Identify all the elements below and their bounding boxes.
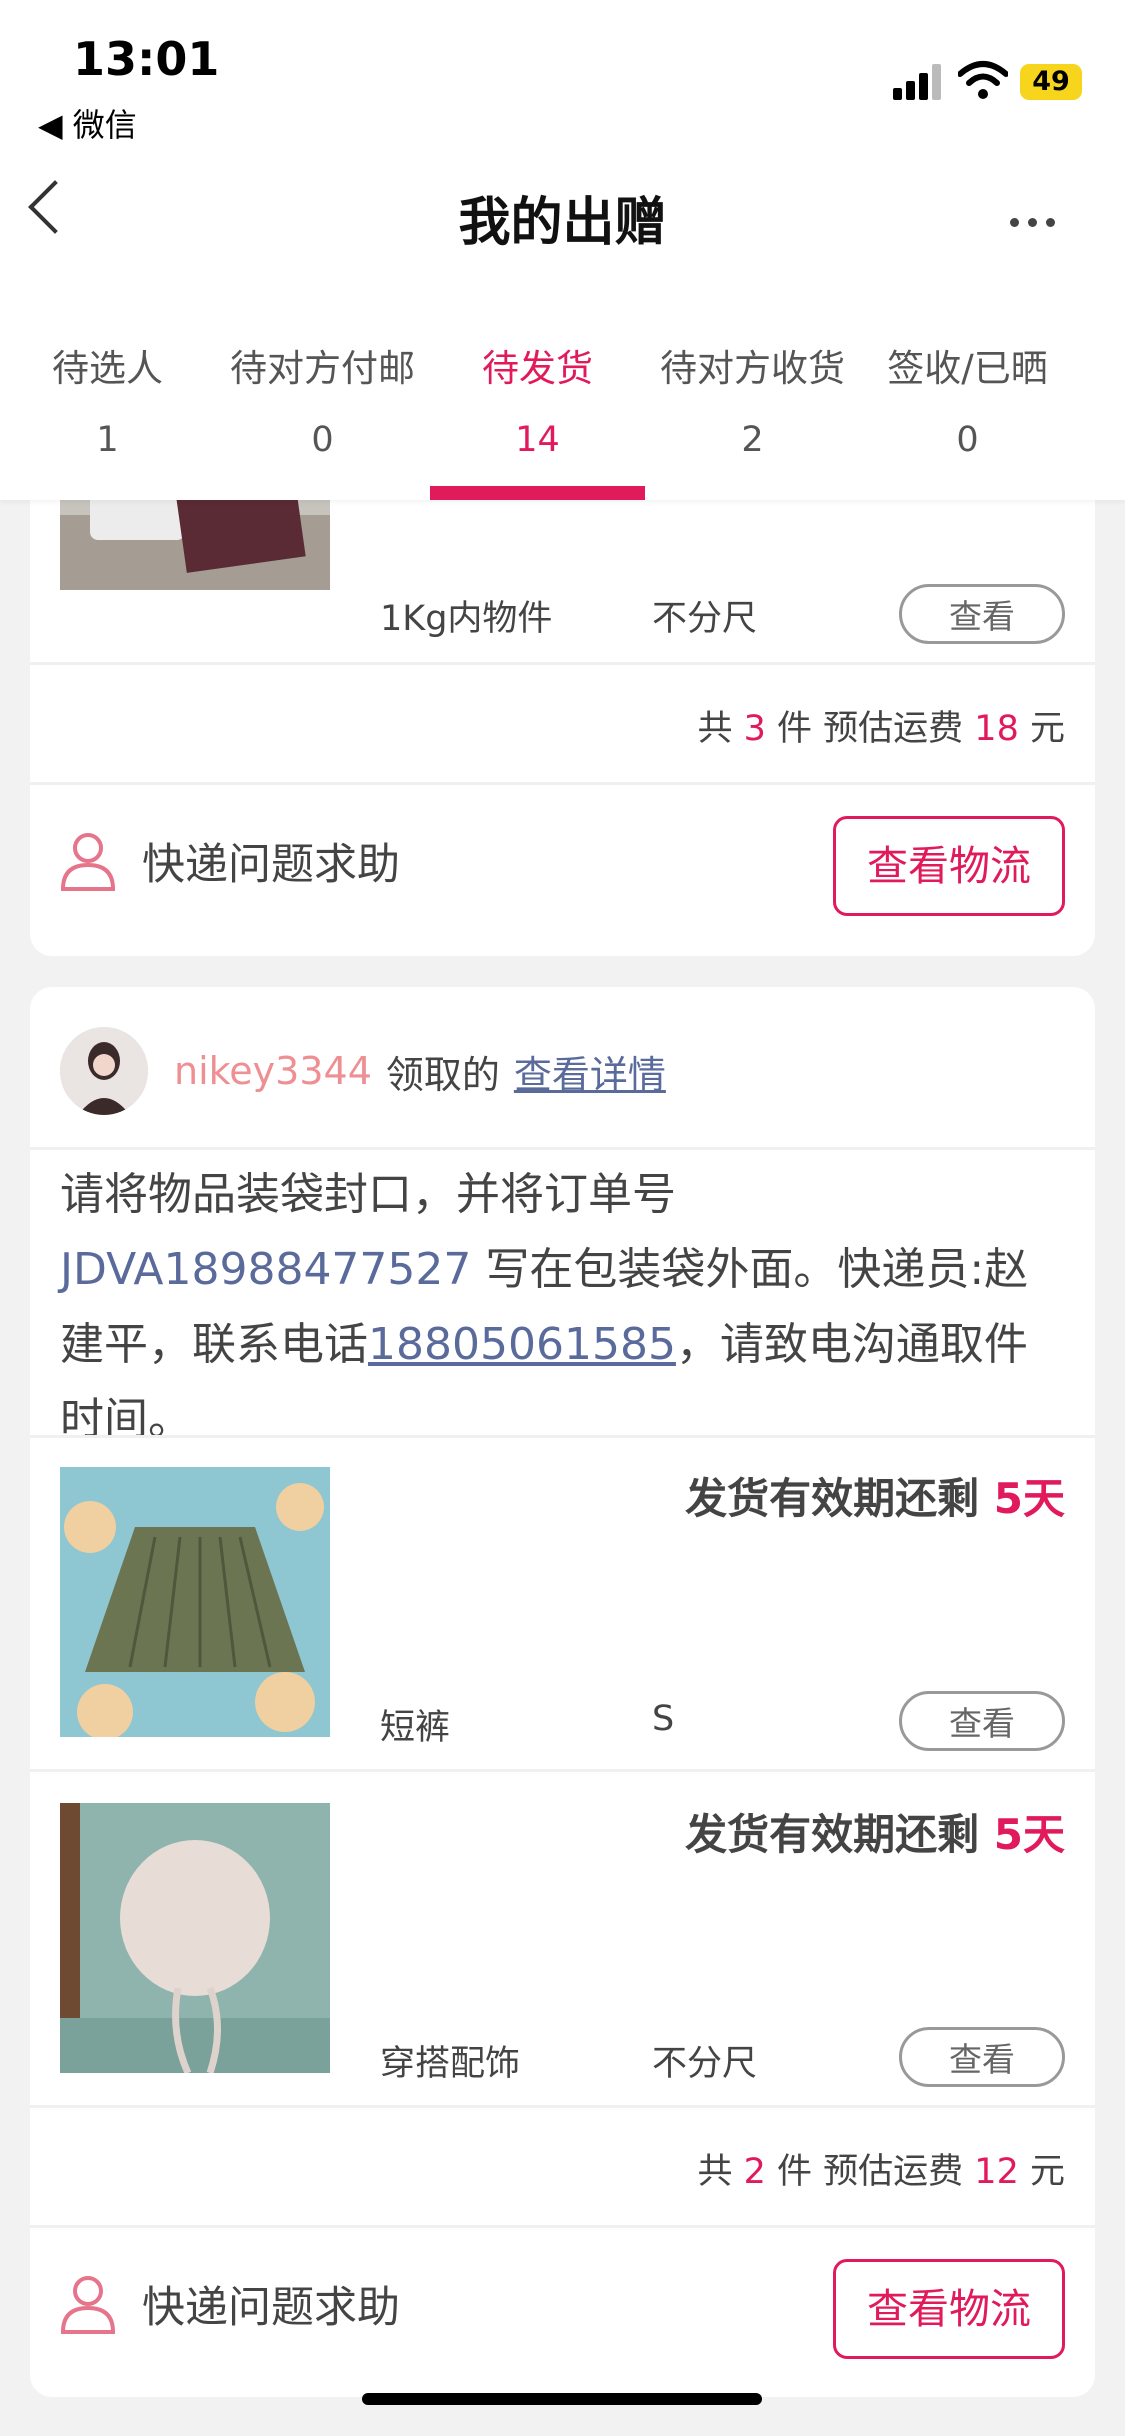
summary-suffix: 元 [1029, 2152, 1065, 2192]
summary-prefix: 共 [697, 2152, 733, 2192]
deadline-days: 5天 [993, 1810, 1065, 1859]
shipping-help-link[interactable]: 快递问题求助 [60, 2273, 400, 2335]
battery-indicator: 49 [1020, 64, 1082, 100]
shipping-deadline: 发货有效期还剩 5天 [685, 1465, 1065, 1526]
home-indicator[interactable] [362, 2393, 762, 2405]
summary-mid: 件 预估运费 [777, 709, 964, 749]
deadline-days: 5天 [993, 1474, 1065, 1523]
shipping-instructions: 请将物品装袋封口，并将订单号 JDVA18988477527 写在包装袋外面。快… [60, 1157, 1065, 1457]
tab-active-indicator [430, 486, 645, 500]
tab-label: 待发货 [482, 347, 593, 390]
tab-bar: 待选人 1 待对方付邮 0 待发货 14 待对方收货 2 签收/已晒 0 [0, 300, 1125, 500]
tab-count: 0 [311, 420, 334, 460]
summary-prefix: 共 [697, 709, 733, 749]
person-icon [60, 2276, 116, 2334]
recipient-row: nikey3344 领取的 查看详情 [60, 1027, 666, 1115]
courier-phone-link[interactable]: 18805061585 [368, 1319, 676, 1370]
back-to-app-link[interactable]: ◀ 微信 [38, 100, 137, 146]
item-size: 不分尺 [652, 2044, 758, 2084]
status-time: 13:01 [73, 32, 220, 86]
order-card: nikey3344 领取的 查看详情 请将物品装袋封口，并将订单号 JDVA18… [30, 987, 1095, 2397]
shipping-deadline: 发货有效期还剩 5天 [685, 1801, 1065, 1862]
person-icon [60, 833, 116, 891]
tab-pending-postage[interactable]: 待对方付邮 0 [215, 300, 430, 500]
summary-suffix: 元 [1029, 709, 1065, 749]
summary-mid: 件 预估运费 [777, 2152, 964, 2192]
tab-count: 2 [741, 420, 764, 460]
summary-fee: 12 [974, 2152, 1019, 2192]
view-logistics-button[interactable]: 查看物流 [833, 816, 1065, 916]
view-item-button[interactable]: 查看 [899, 1691, 1065, 1751]
item-category: 短裤 [380, 1708, 451, 1748]
tab-label: 待选人 [52, 347, 163, 390]
tab-label: 签收/已晒 [887, 347, 1048, 390]
divider [30, 782, 1095, 785]
page-title: 我的出赠 [458, 193, 667, 253]
status-bar: 13:01 ◀ 微信 49 [0, 0, 1125, 150]
item-thumbnail[interactable] [60, 1803, 330, 2073]
tab-count: 14 [515, 420, 560, 460]
item-category: 1Kg内物件 [380, 599, 553, 639]
tab-pending-select[interactable]: 待选人 1 [0, 300, 215, 500]
order-code: JDVA18988477527 [60, 1244, 472, 1295]
item-size: S [652, 1699, 675, 1739]
order-summary: 共 2 件 预估运费 12 元 [697, 2143, 1065, 2194]
summary-count: 3 [743, 709, 766, 749]
order-card: 1Kg内物件 不分尺 查看 共 3 件 预估运费 18 元 快递问题求助 查看物… [30, 420, 1095, 956]
recipient-username[interactable]: nikey3344 [174, 1049, 372, 1093]
claim-text: 领取的 [385, 1052, 500, 1097]
nav-bar: 我的出赠 [0, 150, 1125, 300]
tab-count: 0 [956, 420, 979, 460]
order-summary: 共 3 件 预估运费 18 元 [697, 700, 1065, 751]
help-label: 快递问题求助 [142, 840, 400, 890]
tab-received[interactable]: 签收/已晒 0 [860, 300, 1075, 500]
divider [30, 662, 1095, 665]
summary-count: 2 [743, 2152, 766, 2192]
help-label: 快递问题求助 [142, 2283, 400, 2333]
divider [30, 2105, 1095, 2108]
summary-fee: 18 [974, 709, 1019, 749]
tab-label: 待对方付邮 [230, 347, 415, 390]
tab-label: 待对方收货 [660, 347, 845, 390]
divider [30, 2225, 1095, 2228]
item-thumbnail[interactable] [60, 1467, 330, 1737]
item-category: 穿搭配饰 [380, 2044, 521, 2084]
divider [30, 1147, 1095, 1150]
view-logistics-button[interactable]: 查看物流 [833, 2259, 1065, 2359]
tab-count: 1 [96, 420, 119, 460]
avatar[interactable] [60, 1027, 148, 1115]
view-item-button[interactable]: 查看 [899, 2027, 1065, 2087]
deadline-label: 发货有效期还剩 [685, 1810, 980, 1859]
instruction-text: 请将物品装袋封口，并将订单号 [60, 1169, 676, 1220]
divider [30, 1769, 1095, 1772]
shipping-help-link[interactable]: 快递问题求助 [60, 830, 400, 892]
wifi-icon [958, 61, 1008, 99]
tab-pending-receipt[interactable]: 待对方收货 2 [645, 300, 860, 500]
more-icon[interactable] [1010, 212, 1064, 231]
deadline-label: 发货有效期还剩 [685, 1474, 980, 1523]
tab-pending-shipment[interactable]: 待发货 14 [430, 300, 645, 500]
view-details-link[interactable]: 查看详情 [514, 1044, 666, 1099]
divider [30, 1435, 1095, 1438]
signal-icon [893, 64, 943, 100]
view-item-button[interactable]: 查看 [899, 584, 1065, 644]
item-size: 不分尺 [652, 599, 758, 639]
